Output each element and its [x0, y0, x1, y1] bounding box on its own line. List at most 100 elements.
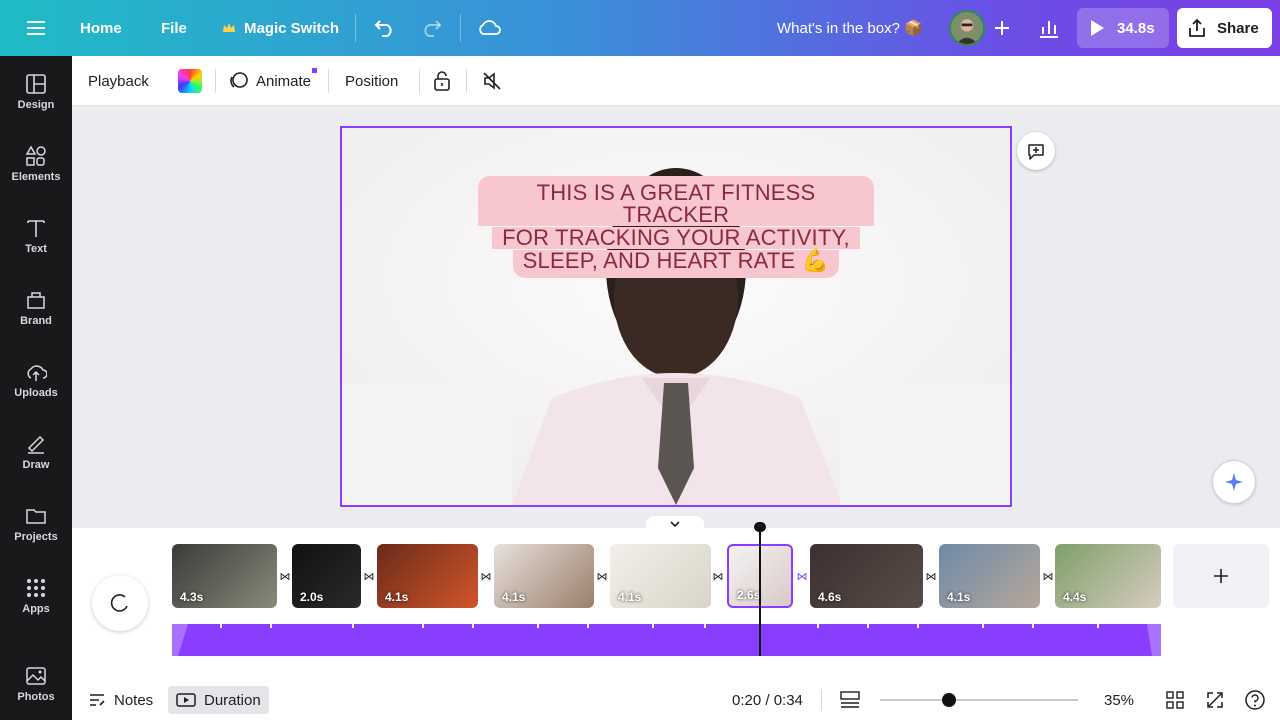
timeline-clip[interactable]: 4.6s: [810, 544, 923, 608]
cloud-saved-icon[interactable]: [476, 16, 502, 40]
play-icon: [1091, 20, 1104, 36]
timeline-clip[interactable]: 4.4s: [1055, 544, 1161, 608]
sidebar-item-photos[interactable]: Photos: [0, 652, 72, 716]
share-label: Share: [1217, 19, 1259, 37]
loading-spinner-icon: [92, 575, 148, 631]
divider: [466, 69, 467, 93]
transition-icon[interactable]: ⋈: [711, 569, 725, 583]
left-sidebar: Design Elements Text Brand Uploads Draw …: [0, 56, 72, 720]
transition-icon[interactable]: ⋈: [278, 569, 292, 583]
insights-icon[interactable]: [1029, 10, 1069, 46]
sidebar-item-brand[interactable]: Brand: [0, 276, 72, 340]
present-button[interactable]: 34.8s: [1077, 8, 1169, 48]
uploads-icon: [27, 365, 47, 381]
plus-icon: [1214, 569, 1228, 583]
document-title[interactable]: What's in the box? 📦: [777, 0, 923, 56]
playhead[interactable]: [759, 522, 761, 656]
transition-icon[interactable]: ⋈: [1041, 569, 1055, 583]
crown-icon: [223, 23, 235, 32]
caption-line: FOR TRACKING YOUR ACTIVITY,: [492, 227, 860, 249]
brand-icon: [27, 292, 45, 309]
divider: [355, 14, 356, 42]
redo-icon[interactable]: [418, 16, 444, 40]
collapse-timeline-icon[interactable]: [646, 516, 704, 532]
clip-duration: 4.1s: [502, 590, 526, 604]
zoom-slider[interactable]: [880, 693, 1078, 707]
sidebar-label: Photos: [17, 691, 55, 703]
sidebar-label: Elements: [11, 171, 61, 183]
position-button[interactable]: Position: [345, 56, 398, 106]
divider: [460, 14, 461, 42]
playhead-handle[interactable]: [754, 522, 766, 532]
transition-icon[interactable]: ⋈: [924, 569, 938, 583]
divider: [328, 69, 329, 93]
sidebar-item-elements[interactable]: Elements: [0, 132, 72, 196]
playback-button[interactable]: Playback: [88, 56, 149, 106]
fullscreen-icon[interactable]: [1206, 680, 1224, 720]
sidebar-item-apps[interactable]: Apps: [0, 564, 72, 628]
sidebar-label: Apps: [22, 603, 50, 615]
color-swatch-icon: [178, 69, 202, 93]
add-page-button[interactable]: [1173, 544, 1269, 608]
lock-icon[interactable]: [432, 56, 452, 106]
animate-icon: [230, 72, 248, 88]
audio-track[interactable]: [172, 624, 1161, 656]
divider: [419, 69, 420, 93]
share-button[interactable]: Share: [1177, 8, 1272, 48]
timeline-clip[interactable]: 4.1s: [494, 544, 594, 608]
timeline-clip[interactable]: 4.3s: [172, 544, 277, 608]
menu-icon[interactable]: [22, 16, 50, 40]
transition-icon[interactable]: ⋈: [362, 569, 376, 583]
zoom-percent[interactable]: 35%: [1104, 680, 1134, 720]
clip-duration: 2.6s: [737, 588, 761, 602]
color-picker[interactable]: [178, 56, 202, 106]
sidebar-item-projects[interactable]: Projects: [0, 492, 72, 556]
share-icon: [1189, 18, 1205, 37]
caption-line: SLEEP, AND HEART RATE 💪: [512, 250, 840, 278]
sidebar-label: Brand: [20, 315, 52, 327]
sidebar-label: Projects: [14, 531, 58, 543]
divider: [821, 690, 822, 710]
magic-switch-button[interactable]: Magic Switch: [222, 0, 339, 56]
timeline-clip[interactable]: 4.1s: [377, 544, 478, 608]
zoom-slider-handle[interactable]: [942, 693, 957, 707]
home-button[interactable]: Home: [80, 0, 122, 56]
design-icon: [26, 74, 46, 94]
draw-icon: [27, 435, 45, 454]
grid-view-icon[interactable]: [1166, 680, 1184, 720]
clip-duration: 2.0s: [300, 590, 324, 604]
mute-icon[interactable]: [481, 56, 503, 106]
notes-button[interactable]: Notes: [88, 680, 153, 720]
clip-duration: 4.1s: [385, 590, 409, 604]
clip-duration: 4.4s: [1063, 590, 1087, 604]
animate-button[interactable]: Animate: [228, 56, 317, 106]
page-view-icon[interactable]: [840, 680, 860, 720]
notes-icon: [90, 694, 105, 706]
magic-assistant-icon[interactable]: [1212, 460, 1256, 504]
new-indicator-dot: [312, 68, 317, 73]
help-icon[interactable]: [1244, 680, 1266, 720]
audio-waveform-icon: [172, 624, 1161, 656]
sidebar-item-draw[interactable]: Draw: [0, 420, 72, 484]
timeline-clip[interactable]: 4.1s: [939, 544, 1040, 608]
file-menu[interactable]: File: [161, 0, 187, 56]
undo-icon[interactable]: [372, 16, 398, 40]
caption-text-box[interactable]: THIS IS A GREAT FITNESS TRACKER FOR TRAC…: [478, 176, 874, 278]
sidebar-item-text[interactable]: Text: [0, 204, 72, 268]
duration-button[interactable]: Duration: [168, 686, 269, 714]
timeline-clip[interactable]: 2.0s: [292, 544, 361, 608]
user-avatar[interactable]: [949, 10, 985, 46]
add-collaborator-icon[interactable]: [988, 14, 1016, 42]
sidebar-item-uploads[interactable]: Uploads: [0, 348, 72, 412]
photos-icon: [26, 667, 46, 685]
add-comment-icon[interactable]: [1017, 132, 1055, 170]
sidebar-label: Design: [17, 99, 55, 111]
sidebar-item-design[interactable]: Design: [0, 60, 72, 124]
transition-icon[interactable]: ⋈: [479, 569, 493, 583]
transition-icon[interactable]: ⋈: [595, 569, 609, 583]
timeline-clip[interactable]: 4.1s: [610, 544, 711, 608]
apps-icon: [27, 579, 45, 597]
context-toolbar: Playback Animate Position: [72, 56, 1280, 106]
transition-icon[interactable]: ⋈: [795, 569, 809, 583]
sidebar-label: Uploads: [14, 387, 58, 399]
